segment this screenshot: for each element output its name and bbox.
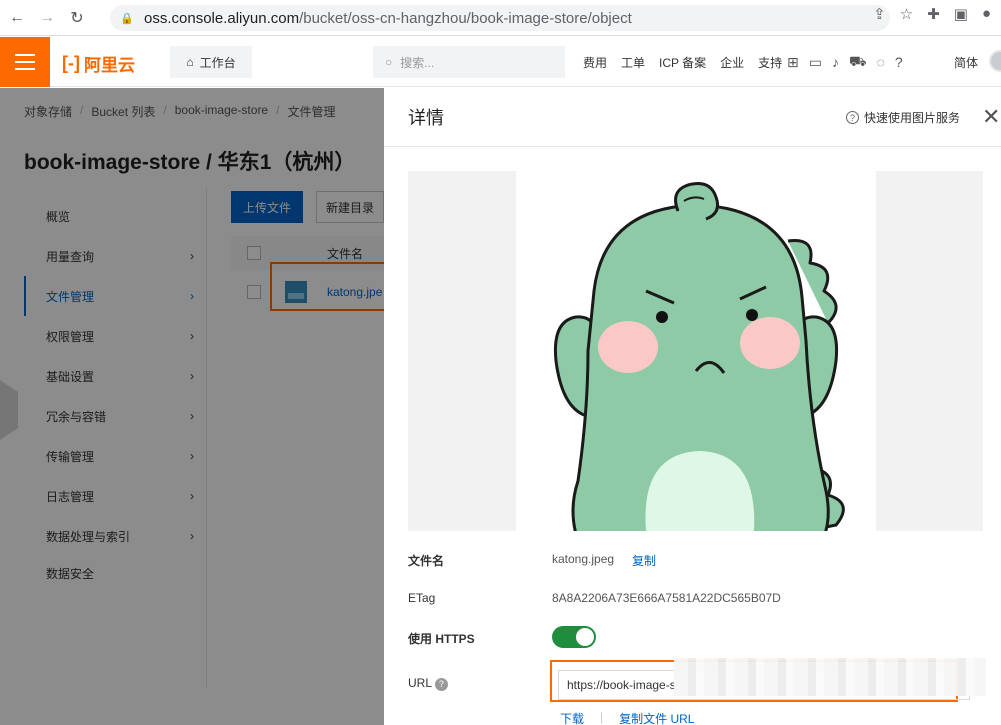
download-link[interactable]: 下载 [560,710,584,725]
puzzle-icon[interactable]: ✚ [927,5,940,23]
https-toggle[interactable] [552,626,596,648]
header-link-icp[interactable]: ICP 备案 [659,54,706,71]
url-label: URL ? [408,676,448,691]
actions-separator: | [600,710,604,724]
copy-url-link[interactable]: 复制文件 URL [619,710,694,725]
preview-padding-left [408,171,516,531]
profile-icon[interactable]: ● [982,5,991,23]
redacted-url-blur [674,658,986,696]
close-icon[interactable]: ✕ [982,106,1000,128]
header-icons: ⊞ ▭ ♪ ⛟ ◌ ? [787,37,903,87]
aliyun-logo[interactable]: [-] 阿里云 [62,51,135,76]
browser-extension-icons: ⇪ ☆ ✚ ▣ ● [873,5,1001,23]
header-links: 费用 工单 ICP 备案 企业 支持 [583,37,782,87]
image-preview [408,171,983,531]
url-label-text: URL [408,676,432,690]
star-icon[interactable]: ☆ [900,5,913,23]
filename-label: 文件名 [408,554,445,568]
forward-icon[interactable]: → [34,5,60,31]
https-label: 使用 HTTPS [408,632,475,646]
modal-mask[interactable] [0,88,384,725]
browser-toolbar: ← → ↻ 🔒 oss.console.aliyun.com/bucket/os… [0,0,1001,36]
aliyun-logo-text: 阿里云 [83,56,135,75]
terminal-icon[interactable]: ▭ [809,54,822,71]
workbench-button[interactable]: ⌂ 工作台 [170,46,252,78]
dinosaur-image [553,182,845,531]
search-icon: ○ [385,55,393,69]
back-icon[interactable]: ← [4,5,30,31]
search-placeholder: 搜索... [400,55,435,70]
drawer-title: 详情 [408,108,444,128]
reload-icon[interactable]: ↻ [64,5,90,31]
address-bar[interactable]: 🔒 oss.console.aliyun.com/bucket/oss-cn-h… [110,5,890,31]
workbench-label: 工作台 [199,55,236,70]
url-value: https://book-image-s [567,678,676,692]
search-input[interactable]: ○ 搜索... [373,46,565,78]
aliyun-logo-mark: [-] [62,53,80,73]
language-switch[interactable]: 简体 [954,54,978,71]
url-actions: 下载 | 复制文件 URL [560,710,694,725]
app-icon[interactable]: ⊞ [787,54,799,71]
menu-icon[interactable] [0,37,50,87]
lock-icon: 🔒 [120,12,134,25]
sidepanel-icon[interactable]: ▣ [954,5,968,23]
console-header: [-] 阿里云 ⌂ 工作台 ○ 搜索... 费用 工单 ICP 备案 企业 支持… [0,37,1001,87]
url-host: oss.console.aliyun.com [144,9,300,27]
quick-image-service-link[interactable]: ? 快速使用图片服务 [846,109,960,126]
quick-link-label: 快速使用图片服务 [864,111,961,125]
help-icon[interactable]: ? [895,54,903,70]
help-icon[interactable]: ? [434,677,448,691]
bulb-icon[interactable]: ◌ [877,54,885,70]
header-link-support[interactable]: 支持 [758,54,782,71]
header-link-enterprise[interactable]: 企业 [720,54,744,71]
etag-value: 8A8A2206A73E666A7581A22DC565B07D [552,591,781,605]
detail-drawer: 详情 ? 快速使用图片服务 ✕ 文件名 katong.jpeg 复制 ETag … [384,88,1001,725]
etag-label: ETag [408,591,436,605]
share-icon[interactable]: ⇪ [873,5,886,23]
filename-value: katong.jpeg [552,552,615,566]
cart-icon[interactable]: ⛟ [849,53,867,72]
url-path: /bucket/oss-cn-hangzhou/book-image-store… [299,9,632,27]
home-icon: ⌂ [186,55,194,69]
avatar[interactable] [989,50,1001,72]
question-icon: ? [846,111,859,124]
drawer-divider [384,146,1001,147]
header-link-fees[interactable]: 费用 [583,54,607,71]
preview-padding-right [876,171,983,531]
copy-filename-link[interactable]: 复制 [632,552,656,569]
bell-icon[interactable]: ♪ [832,54,839,70]
header-link-ticket[interactable]: 工单 [621,54,645,71]
